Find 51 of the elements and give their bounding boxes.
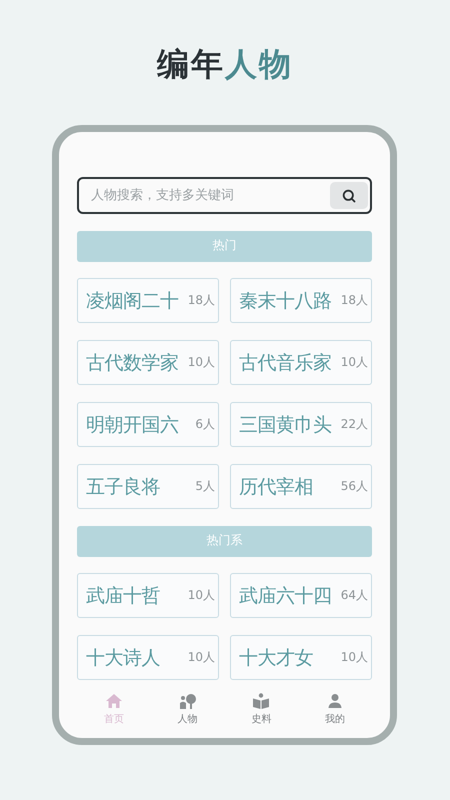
group-card[interactable]: 古代音乐家 10人 <box>230 340 372 385</box>
member-count: 18人 <box>188 292 215 309</box>
search-field[interactable]: 人物搜索，支持多关键词 <box>77 177 372 214</box>
nav-tab[interactable]: 首页 <box>77 691 151 728</box>
member-count: 10人 <box>340 354 368 371</box>
section-header: 热门系 <box>77 526 372 557</box>
group-name: 武庙十哲 <box>86 584 160 608</box>
user-icon <box>327 693 344 709</box>
nav-tab[interactable]: 我的 <box>298 691 372 728</box>
group-card[interactable]: 三国黄巾头 22人 <box>230 402 372 447</box>
member-count: 56人 <box>340 478 368 495</box>
member-count: 22人 <box>340 416 368 433</box>
group-name: 明朝开国六 <box>86 412 178 438</box>
search-icon <box>342 188 356 202</box>
group-card[interactable]: 凌烟阁二十 18人 <box>77 278 219 323</box>
member-count: 18人 <box>340 292 368 309</box>
member-count: 10人 <box>340 649 368 666</box>
group-card[interactable]: 十大诗人 10人 <box>77 635 219 680</box>
group-name: 三国黄巾头 <box>239 412 332 438</box>
person-tree-icon <box>178 693 197 709</box>
nav-tab[interactable]: 人物 <box>150 691 224 728</box>
group-card[interactable]: 明朝开国六 6人 <box>77 402 219 447</box>
group-card[interactable]: 古代数学家 10人 <box>77 340 219 385</box>
app-title-accent: 人物 <box>225 45 293 83</box>
group-name: 十大才女 <box>239 646 313 670</box>
group-name: 历代宰相 <box>239 474 313 500</box>
group-name: 十大诗人 <box>86 646 160 670</box>
home-icon <box>104 693 123 709</box>
reader-book-icon <box>252 693 270 709</box>
group-card[interactable]: 十大才女 10人 <box>230 635 372 680</box>
member-count: 64人 <box>340 587 368 604</box>
group-name: 五子良将 <box>86 474 160 500</box>
group-card[interactable]: 武庙十哲 10人 <box>77 573 219 618</box>
member-count: 10人 <box>188 354 215 371</box>
group-name: 秦末十八路 <box>239 288 332 314</box>
member-count: 10人 <box>188 649 215 666</box>
group-name: 凌烟阁二十 <box>86 288 178 314</box>
member-count: 5人 <box>195 478 215 495</box>
group-name: 古代音乐家 <box>239 350 332 376</box>
group-card[interactable]: 武庙六十四 64人 <box>230 573 372 618</box>
group-name: 武庙六十四 <box>239 584 332 608</box>
member-count: 10人 <box>188 587 215 604</box>
member-count: 6人 <box>195 416 215 433</box>
app-title: 编年 <box>157 45 225 83</box>
search-button[interactable] <box>330 182 368 209</box>
nav-tab[interactable]: 史料 <box>224 691 298 728</box>
group-name: 古代数学家 <box>86 350 178 376</box>
group-card[interactable]: 五子良将 5人 <box>77 464 219 509</box>
group-card[interactable]: 秦末十八路 18人 <box>230 278 372 323</box>
section-header: 热门 <box>77 231 372 262</box>
group-card[interactable]: 历代宰相 56人 <box>230 464 372 509</box>
